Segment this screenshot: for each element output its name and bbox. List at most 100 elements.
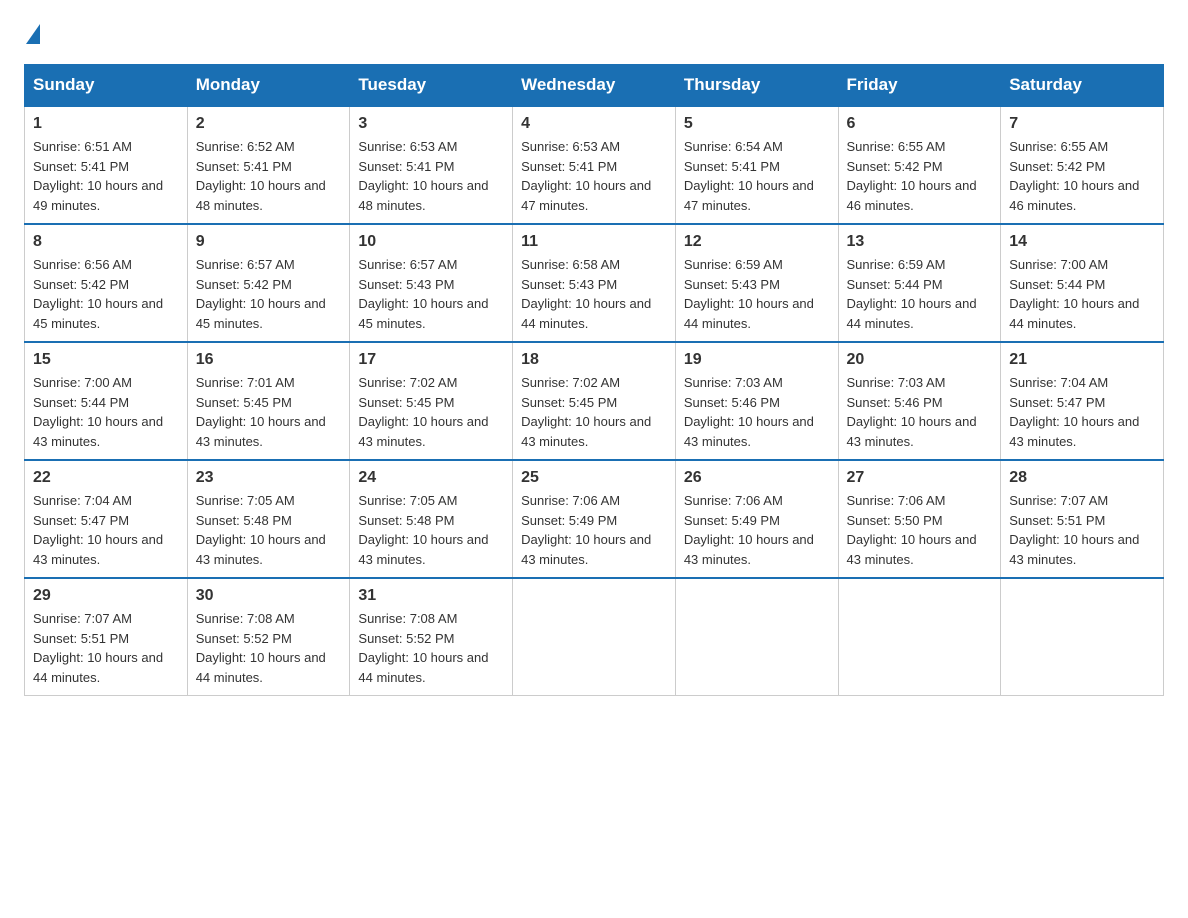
- day-info: Sunrise: 7:08 AM Sunset: 5:52 PM Dayligh…: [358, 609, 504, 687]
- calendar-day-cell: 2 Sunrise: 6:52 AM Sunset: 5:41 PM Dayli…: [187, 106, 350, 224]
- calendar-day-cell: 23 Sunrise: 7:05 AM Sunset: 5:48 PM Dayl…: [187, 460, 350, 578]
- logo-triangle-icon: [26, 24, 40, 44]
- calendar-day-cell: 11 Sunrise: 6:58 AM Sunset: 5:43 PM Dayl…: [513, 224, 676, 342]
- day-info: Sunrise: 7:08 AM Sunset: 5:52 PM Dayligh…: [196, 609, 342, 687]
- calendar-day-cell: 28 Sunrise: 7:07 AM Sunset: 5:51 PM Dayl…: [1001, 460, 1164, 578]
- day-number: 30: [196, 587, 342, 605]
- calendar-day-cell: 9 Sunrise: 6:57 AM Sunset: 5:42 PM Dayli…: [187, 224, 350, 342]
- calendar-day-cell: 29 Sunrise: 7:07 AM Sunset: 5:51 PM Dayl…: [25, 578, 188, 696]
- day-info: Sunrise: 7:03 AM Sunset: 5:46 PM Dayligh…: [847, 373, 993, 451]
- day-number: 25: [521, 469, 667, 487]
- day-info: Sunrise: 6:55 AM Sunset: 5:42 PM Dayligh…: [847, 137, 993, 215]
- calendar-header-row: SundayMondayTuesdayWednesdayThursdayFrid…: [25, 65, 1164, 107]
- day-number: 2: [196, 115, 342, 133]
- day-of-week-header: Saturday: [1001, 65, 1164, 107]
- day-info: Sunrise: 6:53 AM Sunset: 5:41 PM Dayligh…: [521, 137, 667, 215]
- day-info: Sunrise: 7:06 AM Sunset: 5:49 PM Dayligh…: [521, 491, 667, 569]
- day-of-week-header: Monday: [187, 65, 350, 107]
- day-number: 8: [33, 233, 179, 251]
- day-number: 27: [847, 469, 993, 487]
- day-number: 1: [33, 115, 179, 133]
- calendar-day-cell: 14 Sunrise: 7:00 AM Sunset: 5:44 PM Dayl…: [1001, 224, 1164, 342]
- day-info: Sunrise: 6:54 AM Sunset: 5:41 PM Dayligh…: [684, 137, 830, 215]
- calendar-day-cell: 30 Sunrise: 7:08 AM Sunset: 5:52 PM Dayl…: [187, 578, 350, 696]
- calendar-day-cell: [675, 578, 838, 696]
- day-of-week-header: Sunday: [25, 65, 188, 107]
- calendar-day-cell: [1001, 578, 1164, 696]
- day-number: 3: [358, 115, 504, 133]
- calendar-day-cell: 3 Sunrise: 6:53 AM Sunset: 5:41 PM Dayli…: [350, 106, 513, 224]
- day-number: 23: [196, 469, 342, 487]
- day-info: Sunrise: 7:07 AM Sunset: 5:51 PM Dayligh…: [33, 609, 179, 687]
- day-number: 24: [358, 469, 504, 487]
- calendar-day-cell: 15 Sunrise: 7:00 AM Sunset: 5:44 PM Dayl…: [25, 342, 188, 460]
- calendar-day-cell: 17 Sunrise: 7:02 AM Sunset: 5:45 PM Dayl…: [350, 342, 513, 460]
- day-info: Sunrise: 6:57 AM Sunset: 5:43 PM Dayligh…: [358, 255, 504, 333]
- day-info: Sunrise: 7:02 AM Sunset: 5:45 PM Dayligh…: [521, 373, 667, 451]
- day-number: 26: [684, 469, 830, 487]
- calendar-day-cell: 12 Sunrise: 6:59 AM Sunset: 5:43 PM Dayl…: [675, 224, 838, 342]
- calendar-week-row: 29 Sunrise: 7:07 AM Sunset: 5:51 PM Dayl…: [25, 578, 1164, 696]
- calendar-week-row: 1 Sunrise: 6:51 AM Sunset: 5:41 PM Dayli…: [25, 106, 1164, 224]
- day-info: Sunrise: 6:59 AM Sunset: 5:43 PM Dayligh…: [684, 255, 830, 333]
- calendar-day-cell: 5 Sunrise: 6:54 AM Sunset: 5:41 PM Dayli…: [675, 106, 838, 224]
- day-info: Sunrise: 7:00 AM Sunset: 5:44 PM Dayligh…: [1009, 255, 1155, 333]
- day-info: Sunrise: 6:52 AM Sunset: 5:41 PM Dayligh…: [196, 137, 342, 215]
- day-number: 18: [521, 351, 667, 369]
- calendar-week-row: 8 Sunrise: 6:56 AM Sunset: 5:42 PM Dayli…: [25, 224, 1164, 342]
- day-of-week-header: Thursday: [675, 65, 838, 107]
- calendar-week-row: 22 Sunrise: 7:04 AM Sunset: 5:47 PM Dayl…: [25, 460, 1164, 578]
- day-info: Sunrise: 7:00 AM Sunset: 5:44 PM Dayligh…: [33, 373, 179, 451]
- day-info: Sunrise: 7:05 AM Sunset: 5:48 PM Dayligh…: [358, 491, 504, 569]
- calendar-day-cell: 21 Sunrise: 7:04 AM Sunset: 5:47 PM Dayl…: [1001, 342, 1164, 460]
- day-info: Sunrise: 7:03 AM Sunset: 5:46 PM Dayligh…: [684, 373, 830, 451]
- day-info: Sunrise: 6:51 AM Sunset: 5:41 PM Dayligh…: [33, 137, 179, 215]
- calendar-day-cell: 27 Sunrise: 7:06 AM Sunset: 5:50 PM Dayl…: [838, 460, 1001, 578]
- day-of-week-header: Wednesday: [513, 65, 676, 107]
- day-info: Sunrise: 6:58 AM Sunset: 5:43 PM Dayligh…: [521, 255, 667, 333]
- day-number: 9: [196, 233, 342, 251]
- day-info: Sunrise: 6:55 AM Sunset: 5:42 PM Dayligh…: [1009, 137, 1155, 215]
- logo: [24, 24, 42, 44]
- calendar-day-cell: 1 Sunrise: 6:51 AM Sunset: 5:41 PM Dayli…: [25, 106, 188, 224]
- day-number: 17: [358, 351, 504, 369]
- day-info: Sunrise: 7:07 AM Sunset: 5:51 PM Dayligh…: [1009, 491, 1155, 569]
- day-info: Sunrise: 7:02 AM Sunset: 5:45 PM Dayligh…: [358, 373, 504, 451]
- calendar-day-cell: 18 Sunrise: 7:02 AM Sunset: 5:45 PM Dayl…: [513, 342, 676, 460]
- calendar-day-cell: [513, 578, 676, 696]
- day-number: 10: [358, 233, 504, 251]
- day-number: 19: [684, 351, 830, 369]
- day-of-week-header: Tuesday: [350, 65, 513, 107]
- day-number: 4: [521, 115, 667, 133]
- calendar-day-cell: 7 Sunrise: 6:55 AM Sunset: 5:42 PM Dayli…: [1001, 106, 1164, 224]
- day-number: 21: [1009, 351, 1155, 369]
- calendar-day-cell: 4 Sunrise: 6:53 AM Sunset: 5:41 PM Dayli…: [513, 106, 676, 224]
- calendar-day-cell: 19 Sunrise: 7:03 AM Sunset: 5:46 PM Dayl…: [675, 342, 838, 460]
- day-info: Sunrise: 7:06 AM Sunset: 5:50 PM Dayligh…: [847, 491, 993, 569]
- calendar-day-cell: 8 Sunrise: 6:56 AM Sunset: 5:42 PM Dayli…: [25, 224, 188, 342]
- day-of-week-header: Friday: [838, 65, 1001, 107]
- day-info: Sunrise: 7:06 AM Sunset: 5:49 PM Dayligh…: [684, 491, 830, 569]
- calendar-week-row: 15 Sunrise: 7:00 AM Sunset: 5:44 PM Dayl…: [25, 342, 1164, 460]
- calendar-table: SundayMondayTuesdayWednesdayThursdayFrid…: [24, 64, 1164, 696]
- day-number: 16: [196, 351, 342, 369]
- day-info: Sunrise: 6:53 AM Sunset: 5:41 PM Dayligh…: [358, 137, 504, 215]
- day-number: 5: [684, 115, 830, 133]
- calendar-day-cell: 16 Sunrise: 7:01 AM Sunset: 5:45 PM Dayl…: [187, 342, 350, 460]
- day-number: 20: [847, 351, 993, 369]
- calendar-day-cell: 22 Sunrise: 7:04 AM Sunset: 5:47 PM Dayl…: [25, 460, 188, 578]
- day-number: 11: [521, 233, 667, 251]
- day-number: 13: [847, 233, 993, 251]
- calendar-day-cell: 20 Sunrise: 7:03 AM Sunset: 5:46 PM Dayl…: [838, 342, 1001, 460]
- day-number: 22: [33, 469, 179, 487]
- day-info: Sunrise: 7:01 AM Sunset: 5:45 PM Dayligh…: [196, 373, 342, 451]
- page-header: [24, 24, 1164, 44]
- calendar-day-cell: 13 Sunrise: 6:59 AM Sunset: 5:44 PM Dayl…: [838, 224, 1001, 342]
- calendar-day-cell: 10 Sunrise: 6:57 AM Sunset: 5:43 PM Dayl…: [350, 224, 513, 342]
- calendar-day-cell: 26 Sunrise: 7:06 AM Sunset: 5:49 PM Dayl…: [675, 460, 838, 578]
- day-number: 12: [684, 233, 830, 251]
- day-number: 28: [1009, 469, 1155, 487]
- calendar-day-cell: 25 Sunrise: 7:06 AM Sunset: 5:49 PM Dayl…: [513, 460, 676, 578]
- day-number: 7: [1009, 115, 1155, 133]
- day-info: Sunrise: 7:05 AM Sunset: 5:48 PM Dayligh…: [196, 491, 342, 569]
